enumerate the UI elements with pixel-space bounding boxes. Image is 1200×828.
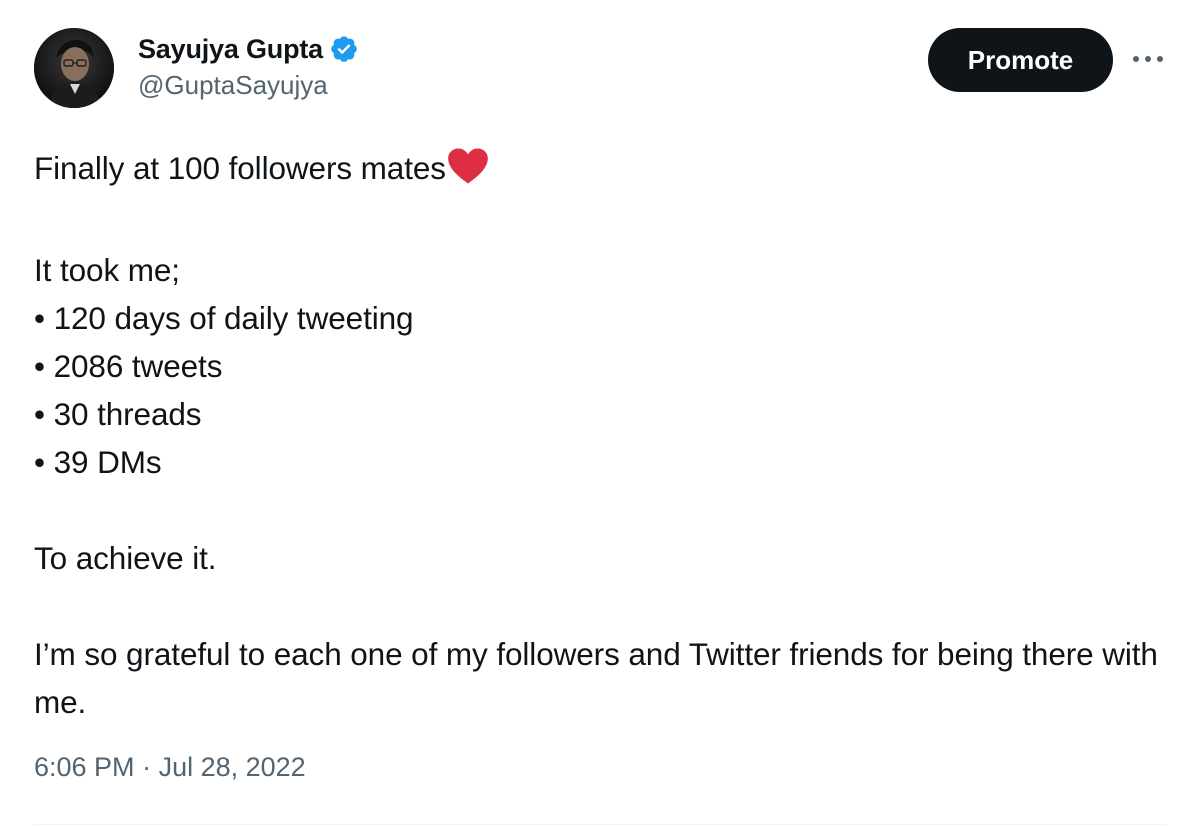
display-name[interactable]: Sayujya Gupta	[138, 34, 323, 65]
more-options-button[interactable]	[1128, 44, 1168, 74]
timestamp-separator: ·	[134, 752, 159, 782]
tweet-line-headline-text: Finally at 100 followers mates	[34, 150, 446, 186]
avatar[interactable]	[34, 28, 114, 108]
list-item: • 39 DMs	[34, 444, 162, 480]
tweet-line-headline: Finally at 100 followers mates	[34, 144, 1164, 198]
tweet-line-intro: It took me;	[34, 252, 180, 288]
tweet-timestamp: 6:06 PM · Jul 28, 2022	[34, 752, 306, 783]
tweet-text: Finally at 100 followers mates It took m…	[34, 144, 1164, 726]
tweet-line-achieve: To achieve it.	[34, 540, 217, 576]
display-name-row: Sayujya Gupta	[138, 30, 359, 68]
tweet-date[interactable]: Jul 28, 2022	[159, 752, 306, 783]
list-item: • 30 threads	[34, 396, 202, 432]
promote-button[interactable]: Promote	[928, 28, 1113, 92]
avatar-image	[34, 28, 114, 108]
red-heart-icon	[447, 147, 489, 198]
list-item: • 120 days of daily tweeting	[34, 300, 414, 336]
divider	[34, 824, 1166, 825]
tweet-time[interactable]: 6:06 PM	[34, 752, 135, 783]
list-item: • 2086 tweets	[34, 348, 223, 384]
more-horizontal-icon	[1133, 56, 1163, 62]
tweet-card: Sayujya Gupta @GuptaSayujya Promote Fina…	[0, 0, 1200, 828]
verified-badge-icon	[329, 34, 359, 64]
user-handle[interactable]: @GuptaSayujya	[138, 70, 328, 101]
tweet-line-gratitude: I’m so grateful to each one of my follow…	[34, 636, 1167, 720]
